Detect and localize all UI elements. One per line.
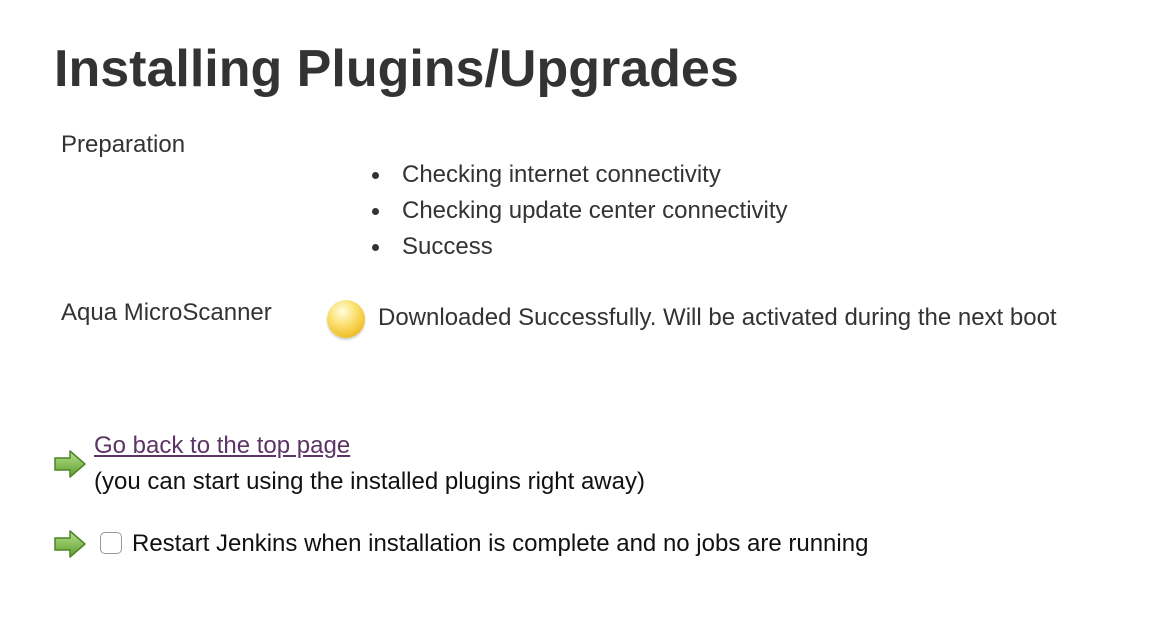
bullet-icon: [372, 244, 379, 251]
bullet-icon: [372, 172, 379, 179]
preparation-step-text: Checking internet connectivity: [402, 161, 721, 188]
preparation-step: Checking internet connectivity: [372, 157, 788, 193]
restart-jenkins-label[interactable]: Restart Jenkins when installation is com…: [132, 528, 868, 560]
preparation-step-text: Success: [402, 233, 493, 260]
preparation-label: Preparation: [61, 131, 186, 158]
preparation-step: Success: [372, 229, 788, 265]
restart-jenkins-checkbox[interactable]: [100, 532, 122, 554]
back-link-note: (you can start using the installed plugi…: [94, 468, 645, 495]
yellow-status-ball-icon: [327, 300, 365, 338]
green-right-arrow-icon: [54, 530, 86, 558]
preparation-step: Checking update center connectivity: [372, 193, 788, 229]
preparation-steps-list: Checking internet connectivity Checking …: [372, 157, 788, 265]
plugin-status-text: Downloaded Successfully. Will be activat…: [378, 304, 1057, 331]
page-title: Installing Plugins/Upgrades: [54, 40, 739, 98]
bullet-icon: [372, 208, 379, 215]
go-back-top-page-link[interactable]: Go back to the top page: [94, 430, 350, 462]
plugin-name-aqua-microscanner: Aqua MicroScanner: [61, 299, 272, 326]
preparation-step-text: Checking update center connectivity: [402, 197, 788, 224]
green-right-arrow-icon: [54, 450, 86, 478]
